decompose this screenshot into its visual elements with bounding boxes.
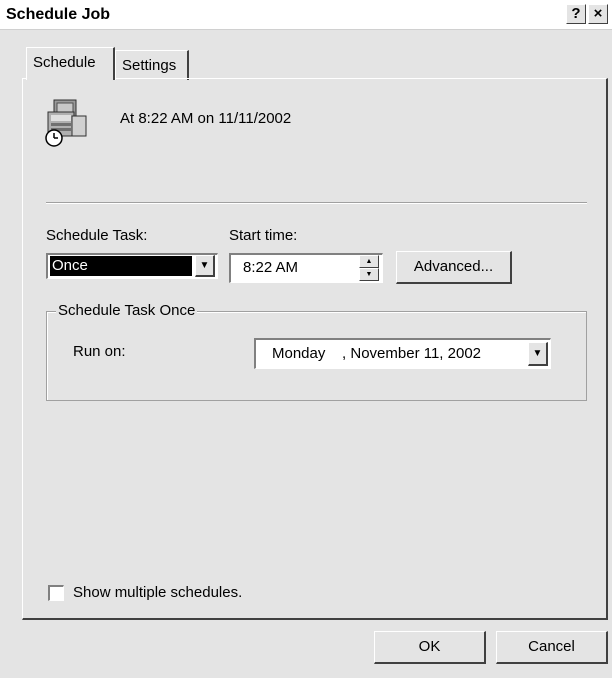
window-title: Schedule Job <box>6 6 111 23</box>
chevron-down-icon[interactable]: ▼ <box>528 342 548 366</box>
run-on-value: Monday , November 11, 2002 <box>272 345 482 362</box>
run-on-date-picker[interactable]: Monday , November 11, 2002 ▼ <box>254 338 551 369</box>
show-multiple-schedules-label: Show multiple schedules. <box>73 584 243 601</box>
run-on-label: Run on: <box>73 343 126 360</box>
cancel-button[interactable]: Cancel <box>496 631 608 664</box>
start-time-spinner[interactable]: ▲ ▼ <box>359 255 379 281</box>
tab-settings-label: Settings <box>122 57 177 74</box>
schedule-job-dialog: Schedule Job ? × Schedule Settings At 8:… <box>0 0 612 678</box>
schedule-task-label: Schedule Task: <box>46 227 148 244</box>
chevron-down-icon[interactable]: ▼ <box>195 255 215 277</box>
schedule-task-select[interactable]: Once ▼ <box>46 253 218 279</box>
group-legend: Schedule Task Once <box>56 302 198 319</box>
dialog-button-bar: OK Cancel <box>0 622 612 678</box>
start-time-input[interactable]: 8:22 AM ▲ ▼ <box>229 253 383 283</box>
start-time-label: Start time: <box>229 227 298 244</box>
advanced-button[interactable]: Advanced... <box>396 251 512 284</box>
schedule-task-value: Once <box>50 256 192 276</box>
schedule-summary-text: At 8:22 AM on 11/11/2002 <box>120 110 292 127</box>
start-time-value: 8:22 AM <box>243 259 299 276</box>
ok-button[interactable]: OK <box>374 631 486 664</box>
tab-schedule-label: Schedule <box>33 54 96 71</box>
tab-schedule[interactable]: Schedule <box>26 47 115 80</box>
help-button[interactable]: ? <box>566 4 586 24</box>
close-button[interactable]: × <box>588 4 608 24</box>
title-bar: Schedule Job ? × <box>0 0 612 30</box>
spin-up-icon[interactable]: ▲ <box>359 255 379 268</box>
separator <box>46 202 587 204</box>
scheduled-task-icon <box>44 98 92 148</box>
tab-settings[interactable]: Settings <box>115 50 189 80</box>
spin-down-icon[interactable]: ▼ <box>359 268 379 281</box>
show-multiple-schedules-checkbox[interactable] <box>48 585 64 601</box>
